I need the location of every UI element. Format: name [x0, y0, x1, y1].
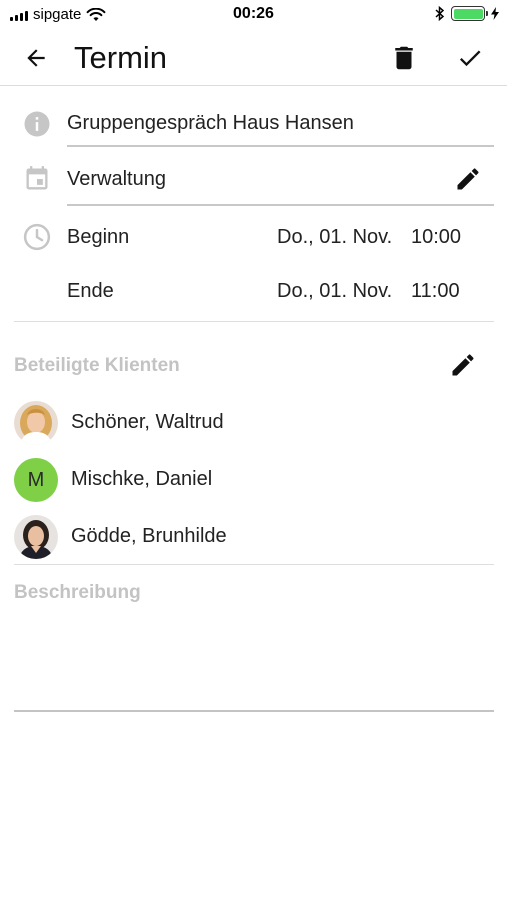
charging-bolt-icon — [491, 7, 499, 20]
info-icon — [22, 109, 52, 139]
edit-category-button[interactable] — [452, 163, 484, 195]
client-list-item[interactable]: Gödde, Brunhilde — [14, 515, 494, 565]
end-date[interactable]: Do., 01. Nov. — [277, 280, 392, 303]
description-section-header: Beschreibung — [14, 582, 141, 603]
pencil-icon — [452, 354, 474, 376]
status-bar: sipgate 00:26 — [0, 0, 507, 30]
description-field[interactable] — [14, 710, 494, 712]
trash-icon — [395, 46, 413, 70]
calendar-icon — [22, 164, 52, 194]
clock-icon — [22, 222, 52, 252]
avatar — [14, 401, 58, 445]
status-time: 00:26 — [233, 5, 274, 22]
end-label: Ende — [67, 280, 114, 302]
confirm-button[interactable] — [452, 40, 488, 76]
client-list-item[interactable]: Schöner, Waltrud — [14, 401, 494, 451]
arrow-back-icon — [27, 49, 45, 67]
client-name: Schöner, Waltrud — [71, 411, 224, 433]
begin-label: Beginn — [67, 226, 130, 248]
appointment-title-field[interactable]: Gruppengespräch Haus Hansen — [67, 112, 354, 135]
back-button[interactable] — [18, 40, 54, 76]
title-underline — [67, 145, 494, 147]
clients-section-header: Beteiligte Klienten — [14, 355, 180, 376]
begin-date[interactable]: Do., 01. Nov. — [277, 226, 392, 249]
section-divider — [14, 564, 494, 565]
check-icon — [459, 50, 481, 67]
category-underline — [67, 204, 494, 206]
client-name: Gödde, Brunhilde — [71, 525, 227, 547]
begin-time[interactable]: 10:00 — [411, 226, 461, 249]
status-right — [435, 6, 499, 21]
end-time[interactable]: 11:00 — [411, 280, 460, 303]
client-list-item[interactable]: M Mischke, Daniel — [14, 458, 494, 508]
avatar — [14, 515, 58, 559]
section-divider — [14, 321, 494, 322]
edit-clients-button[interactable] — [447, 349, 479, 381]
avatar: M — [14, 458, 58, 502]
app-bar: Termin — [0, 30, 507, 86]
bluetooth-icon — [435, 6, 445, 21]
delete-button[interactable] — [386, 40, 422, 76]
page-title: Termin — [74, 40, 168, 75]
client-name: Mischke, Daniel — [71, 468, 213, 490]
pencil-icon — [457, 168, 479, 190]
category-field[interactable]: Verwaltung — [67, 168, 166, 191]
battery-icon — [451, 6, 488, 21]
